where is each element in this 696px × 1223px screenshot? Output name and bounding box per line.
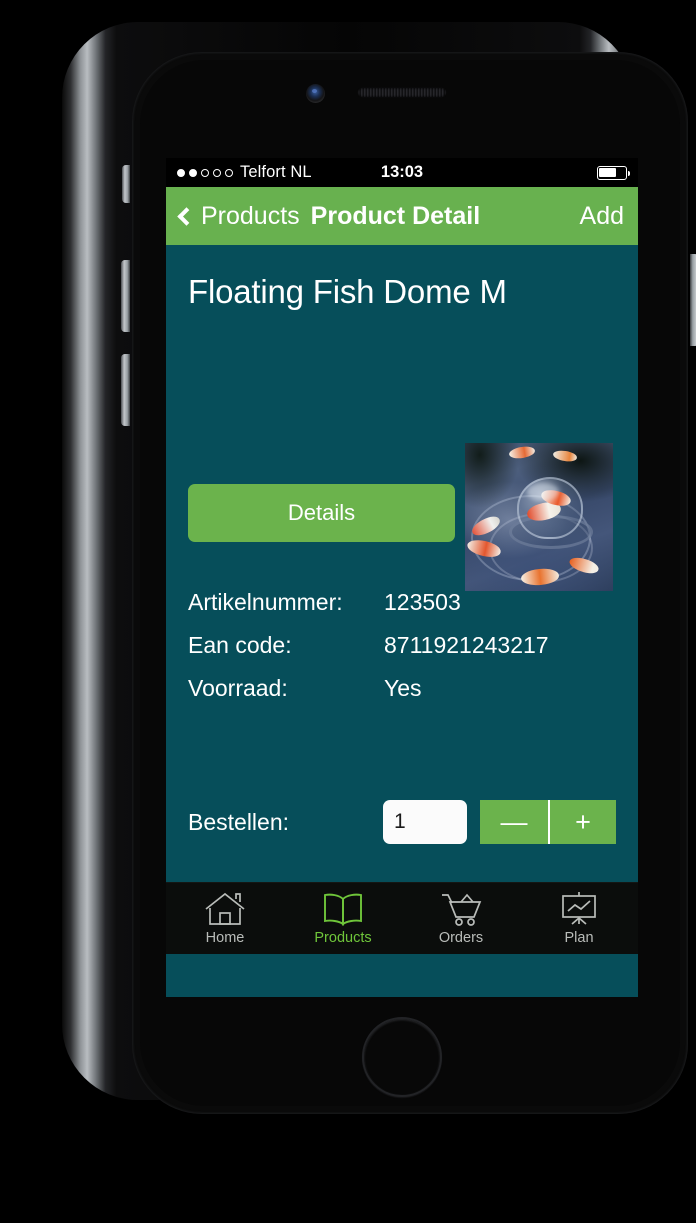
carrier-label: Telfort NL (240, 163, 312, 181)
front-camera-icon (306, 84, 325, 103)
tab-orders[interactable]: Orders (402, 883, 520, 954)
mute-switch-button[interactable] (122, 165, 130, 203)
increment-button[interactable]: + (548, 800, 616, 844)
info-label: Ean code: (188, 632, 292, 658)
status-bar-left: Telfort NL (177, 163, 312, 182)
info-row: Voorraad: Yes (188, 675, 618, 702)
quantity-input[interactable] (383, 800, 467, 844)
signal-dot (189, 168, 197, 177)
signal-strength-icon (177, 168, 233, 177)
presentation-chart-icon (557, 891, 601, 927)
battery-icon (597, 165, 630, 180)
tab-label: Plan (564, 930, 594, 946)
home-button[interactable] (362, 1017, 442, 1097)
product-title: Floating Fish Dome M (188, 273, 507, 310)
page-title: Product Detail (310, 201, 481, 230)
back-button[interactable]: Products (177, 201, 300, 231)
screenshot-stage: Telfort NL 13:03 Products Product Detail… (0, 0, 696, 1223)
add-button[interactable]: Add (580, 202, 624, 231)
product-photo[interactable] (465, 443, 613, 591)
quantity-stepper: — + (480, 800, 616, 844)
chevron-left-icon (177, 206, 196, 226)
info-row: Artikelnummer: 123503 (188, 589, 618, 616)
back-button-label: Products (201, 201, 300, 230)
home-icon (203, 891, 247, 927)
info-label: Voorraad: (188, 675, 288, 701)
product-detail-content: Floating Fish Dome M Details Artikelnumm… (166, 245, 638, 954)
info-row: Ean code: 8711921243217 (188, 632, 618, 659)
signal-dot (213, 168, 221, 177)
details-button[interactable]: Details (188, 484, 455, 542)
order-quantity-row: Bestellen: — + (188, 800, 616, 844)
status-bar: Telfort NL 13:03 (166, 158, 638, 187)
tab-label: Products (314, 930, 372, 946)
phone-device-frame: Telfort NL 13:03 Products Product Detail… (62, 22, 696, 1114)
signal-dot (225, 168, 233, 177)
status-bar-right (597, 165, 630, 180)
signal-dot (201, 168, 209, 177)
info-value: Yes (384, 675, 422, 701)
earpiece-speaker (358, 88, 446, 97)
tab-label: Orders (438, 930, 484, 946)
tab-label: Home (205, 930, 245, 946)
info-label: Artikelnummer: (188, 589, 343, 615)
volume-up-button[interactable] (121, 260, 130, 332)
tab-products[interactable]: Products (284, 883, 402, 954)
info-value: 123503 (384, 589, 461, 615)
phone-screen: Telfort NL 13:03 Products Product Detail… (166, 158, 638, 997)
signal-dot (177, 168, 185, 177)
decrement-button[interactable]: — (480, 800, 548, 844)
info-value: 8711921243217 (384, 632, 549, 658)
navigation-bar: Products Product Detail Add (166, 187, 638, 245)
dome-glass-highlight (527, 483, 559, 501)
tab-bar: Home Products Orders Plan (166, 882, 638, 954)
shopping-cart-icon (439, 891, 483, 927)
volume-down-button[interactable] (121, 354, 130, 426)
floating-dome (517, 477, 583, 539)
order-label: Bestellen: (188, 808, 290, 835)
power-button[interactable] (690, 254, 696, 346)
tab-home[interactable]: Home (166, 883, 284, 954)
book-icon (321, 891, 365, 927)
battery-fill (599, 167, 616, 178)
product-info-list: Artikelnummer: 123503 Ean code: 87119212… (188, 589, 618, 718)
tab-plan[interactable]: Plan (520, 883, 638, 954)
